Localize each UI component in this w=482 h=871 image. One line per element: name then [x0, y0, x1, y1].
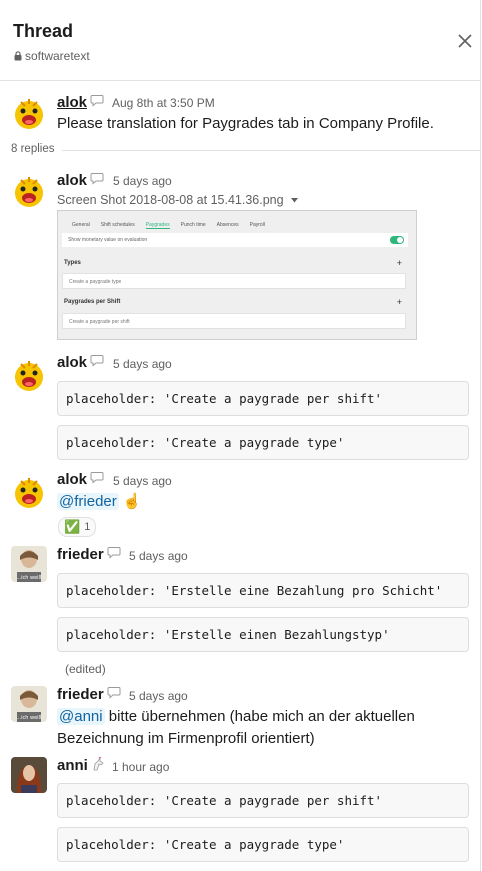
message-text: Please translation for Paygrades tab in … — [57, 115, 434, 132]
preview-plus-icon: + — [396, 297, 402, 307]
avatar[interactable]: ...ich weiß — [11, 546, 47, 582]
comment-icon — [107, 547, 121, 559]
replies-count: 8 replies — [11, 143, 55, 155]
caret-down-icon[interactable] — [290, 197, 299, 204]
code-block: placeholder: 'Create a paygrade type' — [57, 425, 469, 460]
message-body: bitte übernehmen (habe mich an der aktue… — [57, 708, 415, 747]
code-block: placeholder: 'Create a paygrade type' — [57, 827, 469, 862]
timestamp[interactable]: 5 days ago — [113, 357, 172, 371]
preview-toggle-label: Show monetary value on evaluation — [68, 237, 148, 243]
unicorn-status-icon — [93, 757, 104, 771]
timestamp[interactable]: 5 days ago — [113, 174, 172, 188]
svg-text:...ich weiß: ...ich weiß — [16, 715, 41, 721]
avatar[interactable] — [11, 757, 47, 793]
svg-text:...ich weiß: ...ich weiß — [16, 575, 41, 581]
avatar-chick-icon — [15, 99, 43, 129]
file-name[interactable]: Screen Shot 2018-08-08 at 15.41.36.png — [57, 193, 299, 207]
message-text: @frieder ☝️ — [57, 491, 469, 513]
timestamp[interactable]: Aug 8th at 3:50 PM — [112, 96, 215, 110]
comment-icon — [90, 355, 104, 367]
author-name[interactable]: anni — [57, 757, 88, 774]
avatar[interactable]: ...ich weiß — [11, 686, 47, 722]
preview-tab: Payroll — [249, 222, 265, 228]
divider — [62, 150, 480, 151]
close-icon[interactable] — [454, 30, 476, 52]
preview-tab: Punch time — [180, 222, 206, 228]
avatar[interactable] — [11, 473, 47, 509]
comment-icon — [107, 687, 121, 699]
user-mention[interactable]: @anni — [57, 708, 105, 725]
avatar[interactable] — [11, 172, 47, 208]
avatar-photo-icon: ...ich weiß — [11, 546, 47, 582]
comment-icon — [90, 95, 104, 107]
channel-name: softwaretext — [25, 49, 90, 63]
avatar-chick-icon — [15, 361, 43, 391]
preview-toggle — [390, 236, 404, 244]
author-name[interactable]: frieder — [57, 686, 104, 703]
file-name-label: Screen Shot 2018-08-08 at 15.41.36.png — [57, 193, 284, 207]
comment-icon — [90, 472, 104, 484]
author-name[interactable]: alok — [57, 471, 87, 488]
avatar-chick-icon — [15, 478, 43, 508]
avatar-photo-icon: ...ich weiß — [11, 686, 47, 722]
channel-link[interactable]: softwaretext — [14, 49, 90, 63]
timestamp[interactable]: 1 hour ago — [112, 760, 169, 774]
code-block: placeholder: 'Erstelle einen Bezahlungst… — [57, 617, 469, 652]
code-block: placeholder: 'Erstelle eine Bezahlung pr… — [57, 573, 469, 608]
preview-toggle-row: Show monetary value on evaluation — [62, 233, 408, 247]
edited-label: (edited) — [65, 662, 106, 676]
preview-input: Create a paygrade type — [62, 273, 406, 289]
preview-tabs: General Shift schedules Paygrades Punch … — [62, 215, 412, 235]
preview-tab-active: Paygrades — [145, 221, 170, 229]
comment-icon — [90, 173, 104, 185]
thread-header: Thread softwaretext — [0, 0, 480, 81]
preview-section-title: Types — [64, 260, 81, 266]
preview-tab: General — [72, 222, 90, 228]
author-name[interactable]: alok — [57, 354, 87, 371]
message-text: @anni bitte übernehmen (habe mich an der… — [57, 706, 417, 750]
preview-input: Create a paygrade per shift — [62, 313, 406, 329]
reaction-count: 1 — [84, 521, 91, 533]
pointing-up-emoji: ☝️ — [122, 493, 142, 510]
avatar[interactable] — [11, 356, 47, 392]
code-block: placeholder: 'Create a paygrade per shif… — [57, 783, 469, 818]
screenshot-preview[interactable]: General Shift schedules Paygrades Punch … — [57, 210, 417, 340]
check-mark-emoji: ✅ — [64, 519, 81, 534]
timestamp[interactable]: 5 days ago — [129, 689, 188, 703]
author-name[interactable]: alok — [57, 172, 87, 189]
thread-title: Thread — [13, 21, 74, 41]
code-block: placeholder: 'Create a paygrade per shif… — [57, 381, 469, 416]
user-mention[interactable]: @frieder — [57, 493, 119, 510]
preview-plus-icon: + — [396, 258, 402, 268]
lock-icon — [14, 51, 22, 61]
thread-panel: Thread softwaretext alok Aug 8th at 3:50… — [0, 0, 481, 871]
avatar-chick-icon — [15, 177, 43, 207]
timestamp[interactable]: 5 days ago — [113, 474, 172, 488]
preview-tab: Absences — [216, 222, 239, 228]
avatar-photo-icon — [11, 757, 47, 793]
preview-tab: Shift schedules — [100, 222, 135, 228]
author-name[interactable]: frieder — [57, 546, 104, 563]
reaction-pill[interactable]: ✅ 1 — [58, 517, 97, 537]
preview-section-title: Paygrades per Shift — [64, 299, 121, 305]
author-name[interactable]: alok — [57, 94, 87, 111]
avatar[interactable] — [11, 94, 47, 130]
timestamp[interactable]: 5 days ago — [129, 549, 188, 563]
